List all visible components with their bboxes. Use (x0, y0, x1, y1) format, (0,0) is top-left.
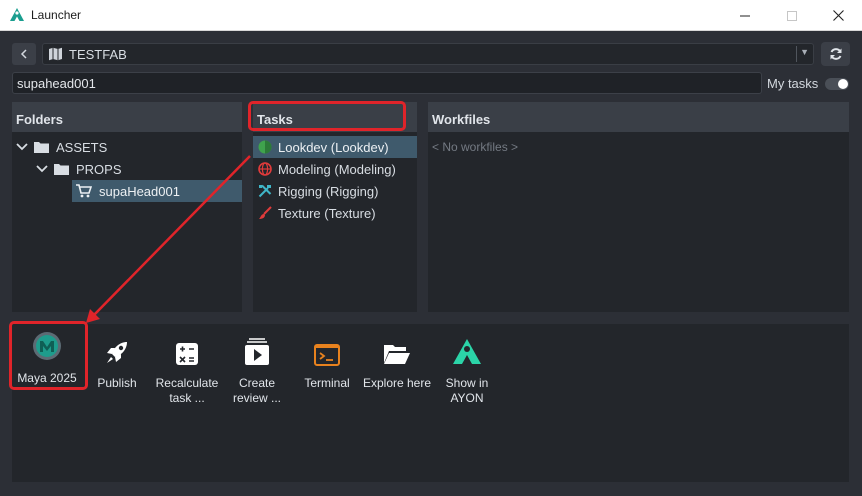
task-item-texture[interactable]: Texture (Texture) (253, 202, 417, 224)
workfiles-header: Workfiles (428, 102, 849, 132)
close-button[interactable] (815, 0, 861, 31)
maya-icon (33, 332, 61, 360)
cart-icon (76, 184, 92, 198)
tree-item-label: supaHead001 (99, 183, 180, 199)
action-publish[interactable]: Publish (82, 332, 152, 404)
folders-header: Folders (12, 102, 242, 132)
action-label: Create review ... (232, 376, 281, 405)
maximize-button[interactable] (769, 0, 815, 31)
folder-search-input[interactable] (12, 72, 762, 94)
globe-icon (257, 162, 273, 176)
action-explore-here[interactable]: Explore here (362, 332, 432, 404)
tools-icon (257, 184, 273, 198)
lookdev-icon (257, 140, 273, 154)
ayon-icon (453, 339, 481, 364)
back-button[interactable] (12, 43, 36, 65)
action-maya-2025[interactable]: Maya 2025 (12, 327, 82, 399)
brush-icon (257, 206, 273, 220)
refresh-button[interactable] (821, 42, 850, 66)
task-label: Texture (Texture) (278, 205, 376, 221)
minimize-button[interactable] (722, 0, 768, 31)
folder-open-icon (384, 345, 410, 364)
action-show-in-ayon[interactable]: Show in AYON (432, 332, 502, 405)
folder-icon (54, 163, 69, 175)
action-terminal[interactable]: Terminal (292, 332, 362, 404)
launcher-main: TESTFAB ▼ My tasks Folders ASSETS (0, 31, 862, 496)
chevron-down-icon[interactable] (36, 165, 48, 173)
chevron-down-icon[interactable] (16, 143, 28, 151)
no-workfiles-message: < No workfiles > (432, 140, 519, 154)
review-icon (245, 338, 269, 365)
tree-item-supahead001[interactable]: supaHead001 (72, 180, 242, 202)
workfiles-panel: Workfiles < No workfiles > (428, 102, 849, 312)
action-label: Show in AYON (445, 376, 489, 405)
minimize-icon (740, 15, 750, 16)
chevron-left-icon (20, 49, 27, 59)
refresh-icon (830, 48, 841, 60)
task-label: Lookdev (Lookdev) (278, 139, 389, 155)
task-item-rigging[interactable]: Rigging (Rigging) (253, 180, 417, 202)
action-create-review[interactable]: Create review ... (222, 332, 292, 405)
folder-icon (34, 141, 49, 153)
action-label: Maya 2025 (17, 371, 77, 385)
ayon-logo-icon (10, 8, 24, 21)
rocket-icon (107, 342, 127, 363)
tree-item-assets[interactable]: ASSETS (16, 136, 107, 158)
project-selector[interactable]: TESTFAB ▼ (42, 43, 814, 65)
task-label: Rigging (Rigging) (278, 183, 379, 199)
close-icon (832, 10, 844, 21)
task-item-modeling[interactable]: Modeling (Modeling) (253, 158, 417, 180)
task-item-lookdev[interactable]: Lookdev (Lookdev) (253, 136, 417, 158)
task-label: Modeling (Modeling) (278, 161, 396, 177)
title-bar: Launcher (0, 0, 862, 31)
action-label: Publish (97, 376, 137, 390)
actions-panel: Maya 2025 Publish Recalculate task ... C… (12, 324, 849, 482)
window-title: Launcher (31, 8, 82, 22)
action-label: Terminal (304, 376, 350, 390)
map-icon (49, 47, 62, 61)
tree-item-label: ASSETS (56, 139, 108, 155)
toggle-knob (838, 79, 848, 89)
combo-separator (796, 46, 797, 62)
action-recalculate-task[interactable]: Recalculate task ... (152, 332, 222, 405)
tasks-header: Tasks (253, 102, 417, 132)
tree-item-label: PROPS (76, 161, 122, 177)
action-label: Explore here (362, 376, 432, 390)
calculator-icon (176, 343, 198, 365)
my-tasks-label: My tasks (767, 76, 819, 91)
caret-down-icon[interactable]: ▼ (800, 47, 809, 57)
tree-item-props[interactable]: PROPS (36, 158, 122, 180)
maximize-icon (787, 10, 797, 21)
my-tasks-toggle[interactable] (825, 78, 849, 90)
action-label: Recalculate task ... (155, 376, 219, 405)
project-name: TESTFAB (69, 47, 127, 62)
folders-panel: Folders ASSETS PROPS supaHead001 (12, 102, 242, 312)
terminal-icon (314, 344, 340, 366)
tasks-panel: Tasks Lookdev (Lookdev) Modeling (Modeli… (253, 102, 417, 312)
